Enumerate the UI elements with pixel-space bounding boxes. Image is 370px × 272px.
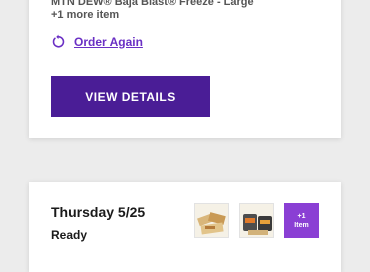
- order-card: MTN DEW® Baja Blast® Freeze - Large +1 m…: [29, 0, 341, 138]
- more-items-badge: +1 Item: [284, 203, 319, 238]
- view-details-button[interactable]: VIEW DETAILS: [51, 76, 210, 117]
- more-items-text: +1 more item: [51, 9, 120, 21]
- order-card[interactable]: Thursday 5/25 Ready +1 Item: [29, 182, 341, 272]
- reorder-icon: [52, 34, 65, 48]
- food-item-thumbnail: [239, 203, 274, 238]
- more-items-badge-label: Item: [294, 221, 309, 229]
- order-date: Thursday 5/25: [51, 204, 146, 220]
- order-again-link[interactable]: Order Again: [51, 34, 143, 49]
- food-item-thumbnail: [194, 203, 229, 238]
- order-status: Ready: [51, 228, 88, 242]
- more-items-badge-count: +1: [297, 212, 306, 220]
- order-items-text: MTN DEW® Baja Blast® Freeze - Large: [51, 0, 254, 8]
- order-again-label: Order Again: [74, 34, 143, 49]
